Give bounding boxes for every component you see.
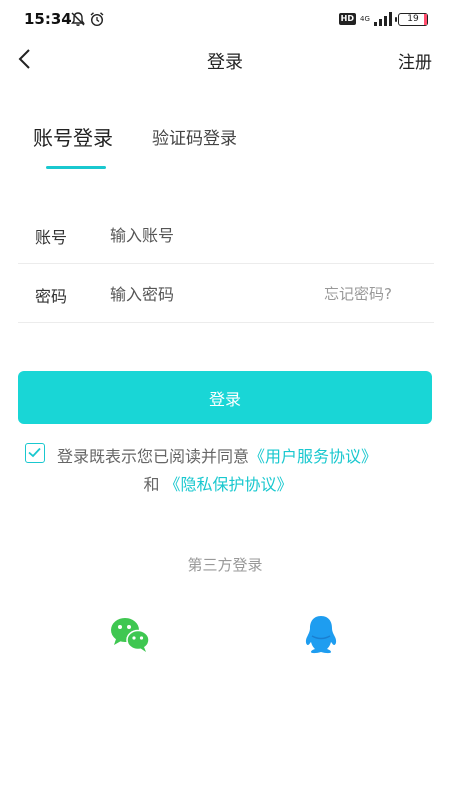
login-tabs: 账号登录 验证码登录 [0,118,450,174]
wechat-icon[interactable] [110,617,150,653]
agreement-prefix: 登录既表示您已阅读并同意 [57,447,250,466]
password-row: 密码 忘记密码? [18,265,434,323]
login-button[interactable]: 登录 [18,371,432,424]
tab-active-indicator [46,166,106,169]
mute-notification-icon [71,12,85,26]
battery-icon: 19 [395,12,428,26]
account-row: 账号 [18,206,434,264]
tab-code-login[interactable]: 验证码登录 [152,124,237,149]
agreement-line2: 和 《隐私保护协议》 [57,470,379,500]
check-icon [28,447,41,458]
title-bar: 登录 注册 [0,38,450,80]
status-bar: 15:34 HD 4G 19 [0,0,450,38]
password-label: 密码 [35,287,68,306]
agreement-and: 和 [143,475,160,494]
privacy-agreement-link[interactable]: 《隐私保护协议》 [165,475,293,494]
forgot-password-link[interactable]: 忘记密码? [324,283,392,304]
tab-account-login[interactable]: 账号登录 [33,122,113,151]
account-label: 账号 [35,228,68,247]
signal-icon [374,12,392,26]
user-agreement-link[interactable]: 《用户服务协议》 [249,447,377,466]
hd-badge: HD [338,13,356,25]
third-party-title: 第三方登录 [187,556,263,574]
page-title: 登录 [207,52,243,73]
agreement-text: 登录既表示您已阅读并同意《用户服务协议》 和 《隐私保护协议》 [57,442,437,494]
status-indicators: HD 4G 19 [338,11,428,27]
status-time: 15:34 [24,10,72,28]
register-link[interactable]: 注册 [398,48,432,73]
agreement-checkbox[interactable] [25,443,45,463]
account-input[interactable] [110,220,310,250]
alarm-icon [90,12,104,27]
password-input[interactable] [110,279,310,309]
qq-icon[interactable] [303,614,339,654]
network-type: 4G [360,14,370,23]
